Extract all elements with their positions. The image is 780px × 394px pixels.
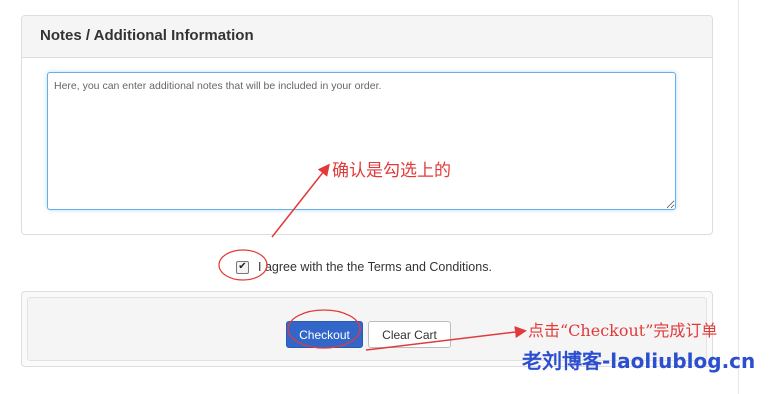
annotation-click-checkout: 点击“Checkout”完成订单 — [528, 321, 718, 340]
page-right-edge — [738, 0, 739, 394]
terms-checkbox[interactable]: ✔ — [236, 260, 249, 274]
annotation-confirm-checked: 确认是勾选上的 — [332, 161, 451, 181]
checkout-button[interactable]: Checkout — [286, 321, 363, 348]
order-notes-textarea[interactable] — [47, 72, 676, 210]
terms-label: I agree with the the Terms and Condition… — [258, 260, 492, 274]
watermark-text: 老刘博客-laoliublog.cn — [522, 349, 756, 373]
clear-cart-button[interactable]: Clear Cart — [368, 321, 451, 348]
notes-panel-heading: Notes / Additional Information — [22, 16, 712, 58]
terms-agreement[interactable]: ✔ I agree with the the Terms and Conditi… — [236, 259, 492, 275]
notes-panel: Notes / Additional Information — [21, 15, 713, 235]
